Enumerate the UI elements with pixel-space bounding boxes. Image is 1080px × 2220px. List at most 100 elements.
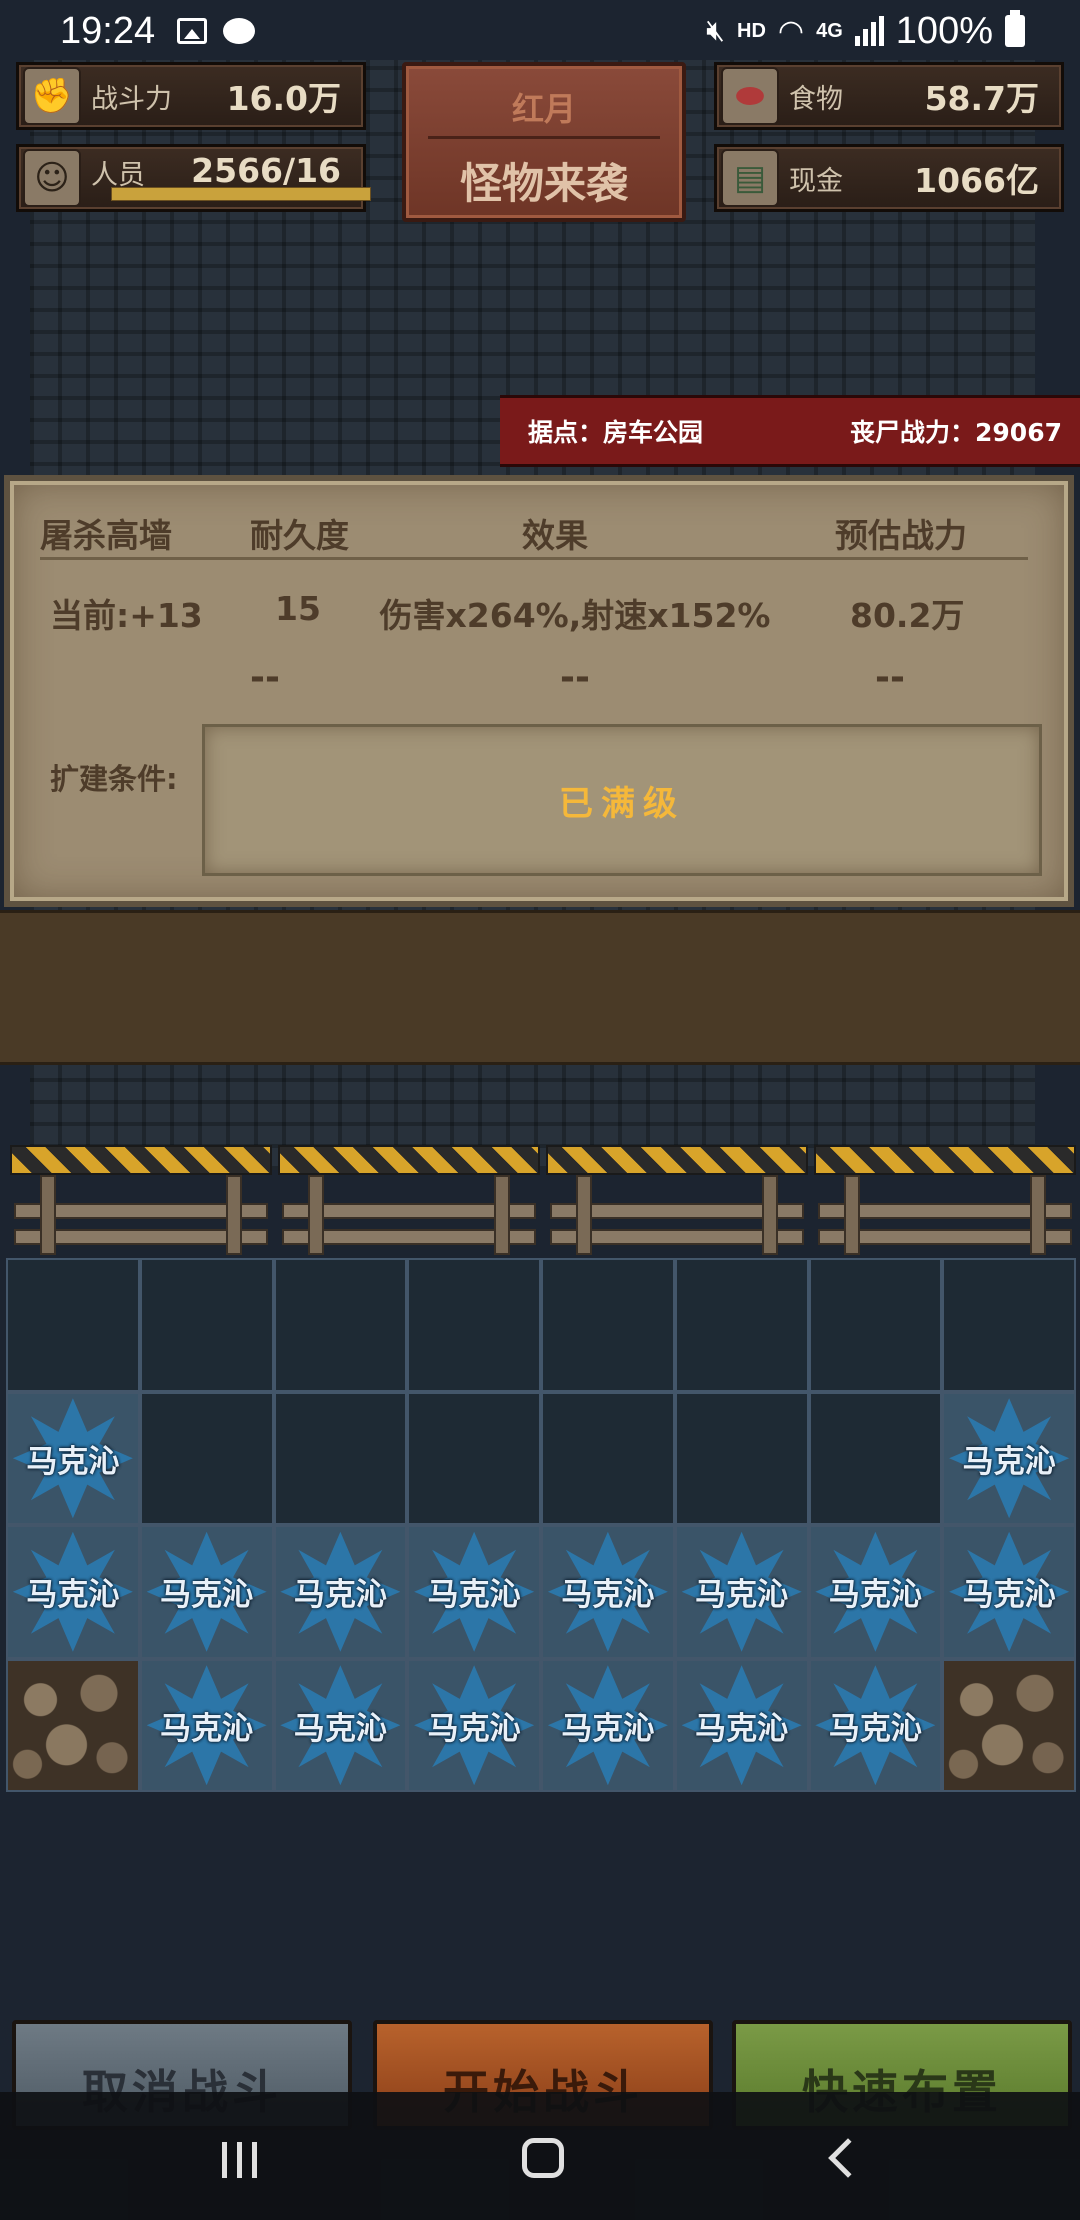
unit-name: 马克沁 (828, 1577, 922, 1614)
money-icon: ▤ (721, 149, 779, 207)
grid-cell-empty[interactable] (942, 1258, 1076, 1392)
unit-name: 马克沁 (293, 1710, 387, 1747)
header-effect: 效果 (522, 516, 588, 555)
combat-power-panel[interactable]: ✊ 战斗力 16.0万 (16, 62, 366, 130)
grid-cell-empty[interactable] (139, 1258, 274, 1392)
wall-info-panel: 屠杀高墙 耐久度 效果 预估战力 当前:+13 15 伤害x264%,射速x15… (4, 475, 1074, 907)
personnel-panel[interactable]: ☺ 人员 2566/16 (16, 144, 371, 212)
barricade-3 (546, 1145, 808, 1255)
unit-name: 马克沁 (427, 1710, 521, 1747)
network-label: 4G (816, 19, 843, 42)
grid-cell-empty[interactable] (541, 1258, 675, 1392)
unit-name: 马克沁 (26, 1443, 120, 1480)
grid-cell-unit[interactable]: 马克沁 (674, 1658, 809, 1792)
deployment-grid: 马克沁 马克沁 马克沁 马克沁 马克沁 马克沁 马克沁 马克沁 马克沁 马克沁 马克沁 马克沁 马克沁马… (6, 1258, 1076, 1792)
current-durability: 15 (275, 589, 321, 628)
status-right: 🔇︎ HD ◠ 4G 100% (706, 10, 1025, 53)
next-effect: -- (560, 657, 590, 698)
cash-panel[interactable]: ▤ 现金 1066亿 (714, 144, 1064, 212)
wifi-icon: ◠ (777, 14, 805, 48)
combat-power-label: 战斗力 (91, 83, 172, 115)
grid-cell-empty[interactable] (407, 1258, 541, 1392)
header-power: 预估战力 (835, 516, 967, 555)
status-time: 19:24 (60, 9, 156, 52)
grid-cell-unit[interactable]: 马克沁 (139, 1525, 274, 1659)
unit-name: 马克沁 (561, 1710, 655, 1747)
unit-name: 马克沁 (26, 1577, 120, 1614)
header-wall: 屠杀高墙 (40, 516, 172, 555)
grid-cell-empty[interactable] (808, 1258, 943, 1392)
current-effect: 伤害x264%,射速x152% (379, 596, 771, 635)
condition-box: 已满级 (202, 724, 1042, 876)
grid-cell-empty[interactable] (541, 1391, 675, 1525)
navigation-bar (0, 2092, 1080, 2220)
signal-icon (854, 16, 884, 46)
unit-name: 马克沁 (160, 1577, 254, 1614)
home-icon[interactable] (522, 2138, 564, 2178)
grid-cell-rock[interactable] (942, 1658, 1076, 1792)
grid-cell-empty[interactable] (139, 1391, 274, 1525)
grid-cell-unit[interactable]: 马克沁 (808, 1658, 943, 1792)
base-banner: 据点：房车公园 丧尸战力：29067 (500, 395, 1080, 467)
gallery-icon (177, 18, 208, 44)
wechat-icon (223, 18, 256, 44)
grid-cell-empty[interactable] (273, 1391, 408, 1525)
grid-cell-unit[interactable]: 马克沁 (6, 1391, 140, 1525)
grid-cell-unit[interactable]: 马克沁 (674, 1525, 809, 1659)
fist-icon: ✊ (23, 67, 81, 125)
barricade-2 (278, 1145, 540, 1255)
grid-cell-unit[interactable]: 马克沁 (407, 1658, 541, 1792)
battery-icon (1005, 10, 1025, 47)
grid-cell-empty[interactable] (273, 1258, 408, 1392)
grid-cell-empty[interactable] (808, 1391, 943, 1525)
event-divider (428, 136, 660, 139)
food-label: 食物 (789, 83, 843, 115)
grid-cell-unit[interactable]: 马克沁 (541, 1658, 675, 1792)
grid-cell-unit[interactable]: 马克沁 (407, 1525, 541, 1659)
unit-name: 马克沁 (427, 1577, 521, 1614)
food-value: 58.7万 (924, 79, 1039, 118)
red-moon-event-button[interactable]: 红月 怪物来袭 (402, 62, 686, 222)
status-bar: 19:24 🔇︎ HD ◠ 4G 100% (0, 0, 1080, 62)
current-power: 80.2万 (850, 596, 965, 635)
mute-icon: 🔇︎ (706, 14, 726, 47)
grid-cell-unit[interactable]: 马克沁 (808, 1525, 943, 1659)
grid-cell-unit[interactable]: 马克沁 (541, 1525, 675, 1659)
next-power: -- (875, 657, 905, 698)
combat-power-value: 16.0万 (226, 79, 341, 118)
food-panel[interactable]: ⬬ 食物 58.7万 (714, 62, 1064, 130)
current-level: 当前:+13 (50, 596, 203, 635)
hd-label: HD (737, 19, 766, 42)
header-divider (40, 557, 1028, 560)
grid-cell-empty[interactable] (674, 1391, 809, 1525)
barricade-4 (814, 1145, 1076, 1255)
unit-name: 马克沁 (695, 1577, 789, 1614)
unit-name: 马克沁 (160, 1710, 254, 1747)
person-icon: ☺ (23, 149, 81, 207)
personnel-value: 2566/16 (191, 151, 341, 190)
grid-cell-rock[interactable] (6, 1658, 140, 1792)
grid-cell-unit[interactable]: 马克沁 (273, 1658, 408, 1792)
brown-divider-area (0, 910, 1080, 1065)
grid-cell-empty[interactable] (6, 1258, 140, 1392)
next-durability: -- (250, 657, 280, 698)
battery-percent: 100% (895, 9, 993, 52)
grid-cell-unit[interactable]: 马克沁 (139, 1658, 274, 1792)
unit-name: 马克沁 (695, 1710, 789, 1747)
back-icon[interactable] (828, 2138, 868, 2178)
base-name: 据点：房车公园 (528, 418, 704, 447)
header-durability: 耐久度 (250, 516, 349, 555)
grid-cell-unit[interactable]: 马克沁 (273, 1525, 408, 1659)
grid-cell-empty[interactable] (407, 1391, 541, 1525)
condition-label: 扩建条件: (50, 762, 178, 796)
cash-label: 现金 (789, 165, 843, 197)
unit-name: 马克沁 (962, 1443, 1056, 1480)
grid-cell-unit[interactable]: 马克沁 (942, 1391, 1076, 1525)
meat-icon: ⬬ (721, 67, 779, 125)
recent-apps-icon[interactable] (222, 2142, 257, 2178)
grid-cell-empty[interactable] (674, 1258, 809, 1392)
unit-name: 马克沁 (561, 1577, 655, 1614)
unit-name: 马克沁 (828, 1710, 922, 1747)
grid-cell-unit[interactable]: 马克沁 (6, 1525, 140, 1659)
grid-cell-unit[interactable]: 马克沁 (942, 1525, 1076, 1659)
